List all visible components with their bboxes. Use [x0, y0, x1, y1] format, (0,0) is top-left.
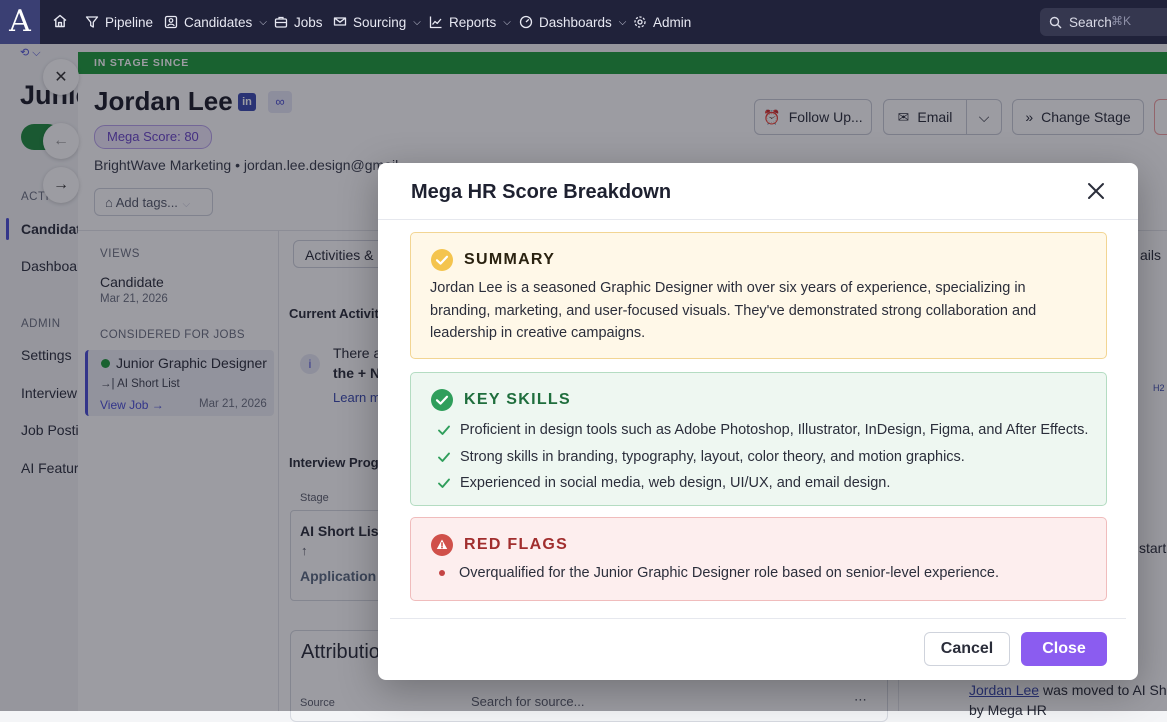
nav-candidates[interactable]: Candidates ⌵ — [164, 0, 267, 44]
key-skills-list: Proficient in design tools such as Adobe… — [437, 417, 1088, 497]
divider — [390, 618, 1126, 619]
list-item: Overqualified for the Junior Graphic Des… — [439, 565, 999, 581]
nav-dashboards-label: Dashboards — [539, 14, 612, 30]
nav-jobs[interactable]: Jobs — [274, 0, 323, 44]
chart-icon — [429, 16, 442, 29]
summary-text: Jordan Lee is a seasoned Graphic Designe… — [430, 280, 1037, 341]
nav-reports[interactable]: Reports ⌵ — [429, 0, 511, 44]
chevron-down-icon: ⌵ — [259, 16, 267, 28]
nav-sourcing[interactable]: Sourcing ⌵ — [333, 0, 421, 44]
warning-icon — [431, 534, 453, 556]
nav-sourcing-label: Sourcing — [353, 14, 407, 30]
nav-pipeline-label: Pipeline — [105, 14, 154, 30]
search-label: Search — [1069, 14, 1112, 30]
nav-dashboards[interactable]: Dashboards ⌵ — [519, 0, 626, 44]
briefcase-icon — [274, 16, 288, 28]
red-flags-header: RED FLAGS — [430, 533, 568, 557]
global-search[interactable]: Search — [1040, 8, 1167, 36]
nav-jobs-label: Jobs — [294, 14, 323, 30]
dashboard-icon — [519, 15, 533, 29]
list-item: Experienced in social media, web design,… — [437, 470, 1088, 497]
top-navigation-bar: A Pipeline Candidates ⌵ Jobs Sourcing ⌵ … — [0, 0, 1167, 44]
nav-candidates-label: Candidates — [184, 14, 253, 30]
close-icon[interactable] — [1084, 179, 1108, 203]
skill-text: Experienced in social media, web design,… — [460, 475, 891, 492]
summary-header: SUMMARY — [430, 248, 555, 272]
search-icon — [1049, 16, 1062, 28]
summary-card: SUMMARY Jordan Lee is a seasoned Graphic… — [410, 232, 1107, 359]
red-flags-card: RED FLAGS Overqualified for the Junior G… — [410, 517, 1107, 601]
close-button[interactable]: Close — [1021, 632, 1107, 666]
home-icon[interactable] — [52, 13, 68, 29]
skill-text: Proficient in design tools such as Adobe… — [460, 422, 1089, 439]
key-skills-header: KEY SKILLS — [430, 388, 571, 412]
divider — [378, 219, 1138, 220]
summary-heading: SUMMARY — [464, 251, 556, 268]
key-skills-card: KEY SKILLS Proficient in design tools su… — [410, 372, 1107, 506]
nav-reports-label: Reports — [449, 14, 497, 30]
filter-icon — [85, 16, 99, 28]
chevron-down-icon: ⌵ — [618, 16, 627, 28]
nav-admin[interactable]: Admin — [633, 0, 691, 44]
score-breakdown-modal: Mega HR Score Breakdown SUMMARY Jordan L… — [378, 163, 1138, 680]
app-logo[interactable]: A — [0, 0, 40, 44]
candidates-icon — [164, 15, 178, 29]
check-icon — [438, 478, 450, 489]
cancel-button[interactable]: Cancel — [924, 632, 1010, 666]
red-flags-heading: RED FLAGS — [464, 536, 569, 553]
red-flags-list: Overqualified for the Junior Graphic Des… — [439, 565, 999, 581]
nav-pipeline[interactable]: Pipeline — [85, 0, 153, 44]
chevron-down-icon: ⌵ — [503, 16, 511, 28]
bullet-icon — [439, 570, 445, 576]
skill-text: Strong skills in branding, typography, l… — [460, 448, 965, 465]
sourcing-icon — [333, 17, 347, 26]
check-circle-icon — [431, 249, 453, 271]
chevron-down-icon: ⌵ — [413, 16, 421, 28]
gear-icon — [634, 16, 646, 28]
list-item: Strong skills in branding, typography, l… — [437, 444, 1088, 471]
key-skills-heading: KEY SKILLS — [464, 391, 571, 408]
red-flag-text: Overqualified for the Junior Graphic Des… — [459, 565, 1000, 581]
check-icon — [438, 425, 450, 436]
list-item: Proficient in design tools such as Adobe… — [437, 417, 1088, 444]
search-shortcut: ⌘K — [1111, 14, 1132, 28]
check-circle-icon — [431, 389, 453, 411]
modal-title: Mega HR Score Breakdown — [411, 181, 672, 203]
check-icon — [438, 452, 450, 462]
nav-admin-label: Admin — [653, 14, 692, 30]
